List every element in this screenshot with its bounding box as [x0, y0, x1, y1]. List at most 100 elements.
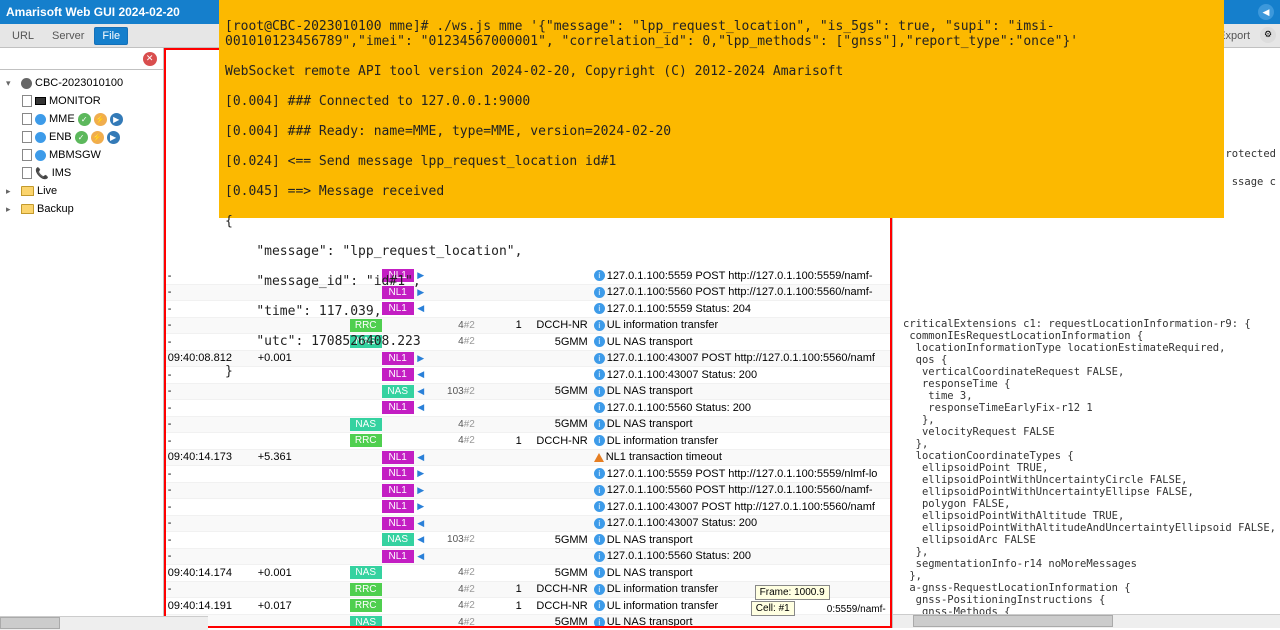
term-line: [0.045] ==> Message received [225, 184, 1218, 199]
tree-root[interactable]: ▾ CBC-2023010100 [0, 74, 163, 92]
tree-label: ENB [49, 131, 72, 143]
trace-info: NL1 transaction timeout [606, 451, 722, 463]
trace-row[interactable]: -NL1▶i127.0.1.100:5559 POST http://127.0… [166, 466, 890, 483]
clear-filter-icon[interactable]: ✕ [143, 52, 157, 66]
trace-row[interactable]: -NL1◀i127.0.1.100:5560 Status: 200 [166, 400, 890, 417]
tree-root-label: CBC-2023010100 [35, 77, 123, 89]
trace-info: 127.0.1.100:43007 POST http://127.0.1.10… [607, 501, 875, 513]
tooltip-frame: Frame: 1000.9 [755, 585, 830, 600]
file-icon [22, 95, 32, 107]
node-icon [35, 132, 46, 143]
info-icon: i [594, 600, 605, 611]
trace-row[interactable]: -NL1◀i127.0.1.100:43007 Status: 200 [166, 516, 890, 533]
info-icon: i [594, 617, 605, 628]
info-icon: i [594, 501, 605, 512]
tree-live[interactable]: ▸ Live [0, 182, 163, 200]
cbc-icon [21, 78, 32, 89]
trace-info: DL NAS transport [607, 418, 693, 430]
truncated-text: ssage c [1232, 176, 1276, 188]
collapse-icon[interactable]: ◀ [1258, 4, 1274, 20]
trace-row[interactable]: -NL1▶i127.0.1.100:5560 POST http://127.0… [166, 483, 890, 500]
tree-monitor[interactable]: MONITOR [0, 92, 163, 110]
status-warn-icon: ⚡ [94, 113, 107, 126]
term-line: "utc": 1708526408.223 [225, 334, 1218, 349]
warning-icon [594, 453, 604, 462]
tree-label: MONITOR [49, 95, 101, 107]
chevron-right-icon: ▸ [6, 186, 18, 197]
truncated-text: rotected [1225, 148, 1276, 160]
tree-backup[interactable]: ▸ Backup [0, 200, 163, 218]
h-scrollbar[interactable] [893, 614, 1280, 628]
chevron-down-icon: ▾ [6, 78, 18, 89]
trace-info: 127.0.1.100:5559 POST http://127.0.1.100… [607, 468, 878, 480]
info-icon: i [594, 534, 605, 545]
term-line: "message_id": "id#1", [225, 274, 1218, 289]
node-icon [35, 114, 46, 125]
file-icon [22, 113, 32, 125]
app-title: Amarisoft Web GUI 2024-02-20 [6, 5, 180, 19]
tree-label: Live [37, 185, 57, 197]
trace-info: DL NAS transport [607, 534, 693, 546]
trace-row[interactable]: -NL1▶i127.0.1.100:43007 POST http://127.… [166, 499, 890, 516]
tree-label: MBMSGW [49, 149, 101, 161]
term-line: [0.004] ### Connected to 127.0.0.1:9000 [225, 94, 1218, 109]
sidebar: ✕ ▾ CBC-2023010100 MONITOR MME ✓ ⚡ ▶ [0, 48, 164, 628]
term-line: [0.004] ### Ready: name=MME, type=MME, v… [225, 124, 1218, 139]
term-line: [root@CBC-2023010100 mme]# ./ws.js mme '… [225, 19, 1218, 49]
folder-icon [21, 204, 34, 214]
file-icon [22, 149, 32, 161]
term-line: { [225, 214, 1218, 229]
info-icon: i [594, 485, 605, 496]
trace-info: 127.0.1.100:5560 Status: 200 [607, 550, 751, 562]
info-icon: i [594, 402, 605, 413]
tooltip-cell: Cell: #1 [751, 601, 795, 616]
trace-info: 127.0.1.100:5560 Status: 200 [607, 402, 751, 414]
folder-icon [21, 186, 34, 196]
trace-row[interactable]: 09:40:14.174+0.001NAS4#25GMMiDL NAS tran… [166, 565, 890, 582]
phone-icon: 📞 [35, 167, 49, 180]
trace-info: UL information transfer [607, 600, 718, 612]
trace-row[interactable]: -NL1◀i127.0.1.100:5560 Status: 200 [166, 549, 890, 566]
trace-row[interactable]: -NAS4#25GMMiUL NAS transport [166, 615, 890, 629]
status-warn-icon: ⚡ [91, 131, 104, 144]
status-ok-icon: ✓ [78, 113, 91, 126]
trace-info: DL NAS transport [607, 567, 693, 579]
tree-label: MME [49, 113, 75, 125]
trace-info: DL information transfer [607, 583, 718, 595]
trace-row[interactable]: 09:40:14.173+5.361NL1◀NL1 transaction ti… [166, 450, 890, 467]
tree-enb[interactable]: ENB ✓ ⚡ ▶ [0, 128, 163, 146]
tree-mme[interactable]: MME ✓ ⚡ ▶ [0, 110, 163, 128]
trace-info: 127.0.1.100:43007 Status: 200 [607, 517, 757, 529]
info-icon: i [594, 567, 605, 578]
trace-info: 127.0.1.100:5560 POST http://127.0.1.100… [607, 484, 873, 496]
sidebar-filter: ✕ [0, 48, 163, 70]
info-icon: i [594, 551, 605, 562]
trace-row[interactable]: -NAS◀103#25GMMiDL NAS transport [166, 532, 890, 549]
terminal-overlay: [root@CBC-2023010100 mme]# ./ws.js mme '… [219, 0, 1224, 218]
trace-info: DL information transfer [607, 435, 718, 447]
tree-mbmsgw[interactable]: MBMSGW [0, 146, 163, 164]
term-line: [0.024] <== Send message lpp_request_loc… [225, 154, 1218, 169]
chevron-right-icon: ▸ [6, 204, 18, 215]
info-icon: i [594, 584, 605, 595]
url-button[interactable]: URL [4, 27, 42, 45]
settings-icon[interactable]: ⚙ [1260, 27, 1276, 43]
status-play-icon: ▶ [110, 113, 123, 126]
term-line: } [225, 364, 1218, 379]
trace-info: UL NAS transport [607, 616, 693, 628]
h-scrollbar-left[interactable] [0, 616, 208, 630]
tree-ims[interactable]: 📞 IMS [0, 164, 163, 182]
node-icon [35, 150, 46, 161]
trace-row[interactable]: -RRC4#21DCCH-NRiDL information transfer [166, 433, 890, 450]
info-icon: i [594, 468, 605, 479]
info-icon: i [594, 518, 605, 529]
term-line: WebSocket remote API tool version 2024-0… [225, 64, 1218, 79]
info-icon: i [594, 435, 605, 446]
file-button[interactable]: File [94, 27, 128, 45]
term-line: "message": "lpp_request_location", [225, 244, 1218, 259]
term-line: "time": 117.039, [225, 304, 1218, 319]
info-icon: i [594, 419, 605, 430]
status-ok-icon: ✓ [75, 131, 88, 144]
server-button[interactable]: Server [44, 27, 92, 45]
trace-row[interactable]: -NAS4#25GMMiDL NAS transport [166, 417, 890, 434]
